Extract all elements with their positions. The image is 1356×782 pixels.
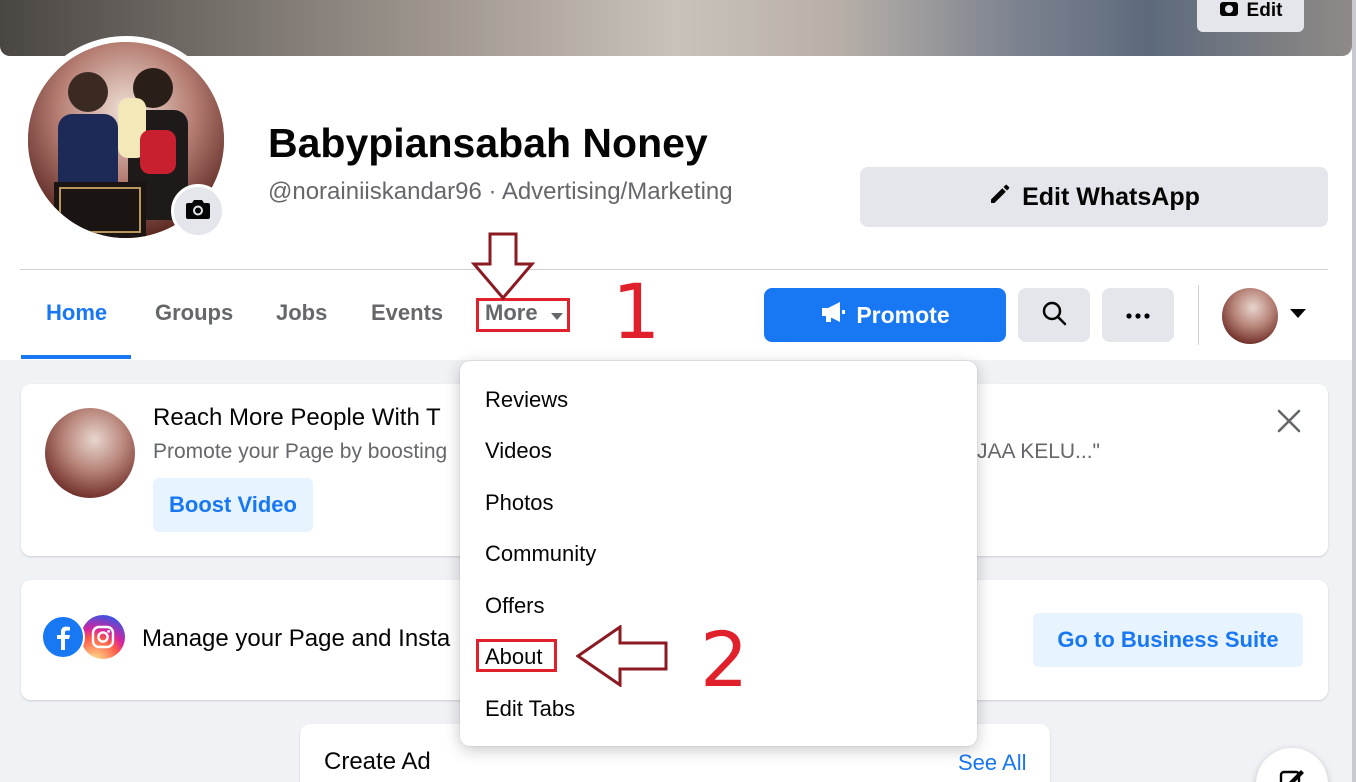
search-button[interactable] <box>1018 288 1090 342</box>
menu-item-photos[interactable]: Photos <box>485 490 554 516</box>
cover-photo: Edit <box>0 0 1352 56</box>
close-card-button[interactable] <box>1270 404 1308 442</box>
menu-item-edit-tabs[interactable]: Edit Tabs <box>485 696 575 722</box>
facebook-icon <box>41 615 85 659</box>
boost-video-button[interactable]: Boost Video <box>153 478 313 532</box>
close-icon <box>1277 409 1301 438</box>
boost-card-avatar <box>45 408 135 498</box>
change-avatar-button[interactable] <box>171 184 225 238</box>
header-divider <box>20 269 1328 270</box>
megaphone-icon <box>820 301 846 329</box>
tab-home[interactable]: Home <box>46 300 107 326</box>
compose-icon <box>1277 764 1307 782</box>
promote-button[interactable]: Promote <box>764 288 1006 342</box>
menu-item-reviews[interactable]: Reviews <box>485 387 568 413</box>
action-divider <box>1198 285 1199 345</box>
pencil-icon <box>988 182 1012 213</box>
edit-cover-label: Edit <box>1246 0 1283 21</box>
edit-whatsapp-label: Edit WhatsApp <box>1022 182 1200 211</box>
tab-groups[interactable]: Groups <box>155 300 233 326</box>
active-tab-indicator <box>21 355 131 359</box>
see-all-link[interactable]: See All <box>958 750 1027 776</box>
menu-item-videos[interactable]: Videos <box>485 438 552 464</box>
boost-card-title: Reach More People With T <box>153 404 441 431</box>
instagram-icon <box>81 615 125 659</box>
annotation-highlight-about <box>476 639 557 672</box>
annotation-arrow-left <box>575 624 670 692</box>
camera-icon <box>185 198 211 225</box>
more-options-button[interactable] <box>1102 288 1174 342</box>
menu-item-community[interactable]: Community <box>485 541 596 567</box>
page-subtitle: @norainiiskandar96 · Advertising/Marketi… <box>268 178 733 205</box>
create-ad-title: Create Ad <box>324 748 431 775</box>
caret-down-icon[interactable] <box>1290 309 1306 318</box>
business-suite-button[interactable]: Go to Business Suite <box>1033 613 1303 667</box>
edit-whatsapp-button[interactable]: Edit WhatsApp <box>860 167 1328 227</box>
compose-button[interactable] <box>1256 748 1328 782</box>
edit-cover-button[interactable]: Edit <box>1197 0 1304 32</box>
tab-jobs[interactable]: Jobs <box>276 300 327 326</box>
page-title: Babypiansabah Noney <box>268 120 708 166</box>
manage-card-text: Manage your Page and Insta <box>142 625 451 652</box>
annotation-arrow-down <box>470 232 536 305</box>
camera-icon <box>1219 0 1239 23</box>
search-icon <box>1041 300 1067 331</box>
tab-events[interactable]: Events <box>371 300 443 326</box>
switch-profile-avatar[interactable] <box>1222 288 1278 344</box>
boost-card-subtitle-tail: N JAA KELU..." <box>956 440 1101 463</box>
annotation-step-2: 2 <box>700 615 749 704</box>
menu-item-offers[interactable]: Offers <box>485 593 545 619</box>
promote-label: Promote <box>856 301 950 328</box>
boost-card-subtitle: Promote your Page by boosting <box>153 440 448 463</box>
scrollbar[interactable] <box>1352 0 1356 782</box>
ellipsis-icon <box>1126 306 1150 324</box>
annotation-step-1: 1 <box>612 267 661 356</box>
